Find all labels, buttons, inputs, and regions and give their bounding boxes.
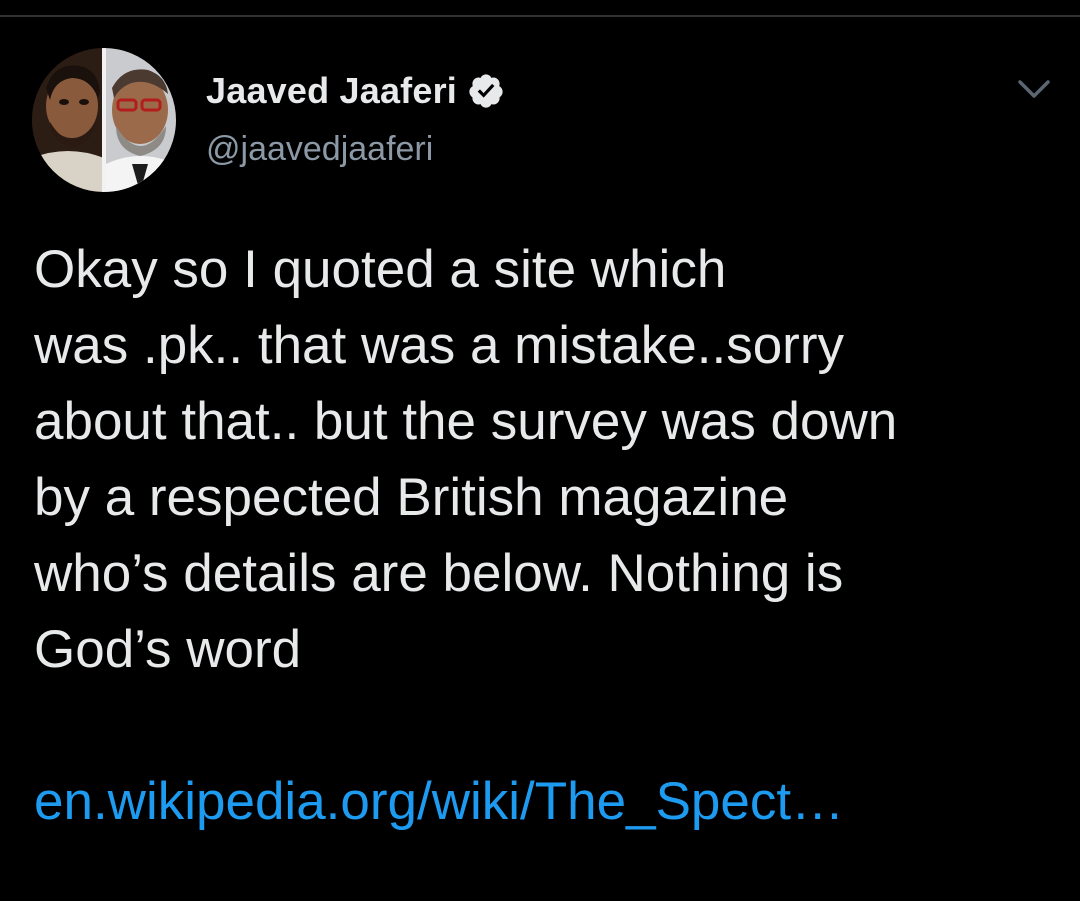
chevron-down-icon[interactable]: [1016, 76, 1052, 102]
avatar[interactable]: [32, 48, 176, 192]
author-handle[interactable]: @jaavedjaaferi: [206, 130, 505, 169]
display-name[interactable]: Jaaved Jaaferi: [206, 70, 457, 112]
tweet-card: Jaaved Jaaferi @jaavedjaaferi Okay so I …: [0, 0, 1080, 901]
tweet-text-line: about that.. but the survey was down: [34, 392, 898, 451]
tweet-text-line: by a respected British magazine: [34, 468, 789, 527]
tweet-text-line: God’s word: [34, 620, 302, 679]
tweet-text-line: Okay so I quoted a site which: [34, 240, 727, 299]
verified-badge-icon: [467, 72, 505, 110]
author-block: Jaaved Jaaferi @jaavedjaaferi: [206, 68, 505, 169]
name-row: Jaaved Jaaferi: [206, 68, 505, 114]
tweet-text-line: was .pk.. that was a mistake..sorry: [34, 316, 844, 375]
tweet-link[interactable]: en.wikipedia.org/wiki/The_Spect…: [34, 764, 844, 840]
avatar-image: [32, 48, 176, 192]
tweet-text-line: who’s details are below. Nothing is: [34, 544, 844, 603]
tweet-text: Okay so I quoted a site which was .pk.. …: [34, 232, 1044, 688]
